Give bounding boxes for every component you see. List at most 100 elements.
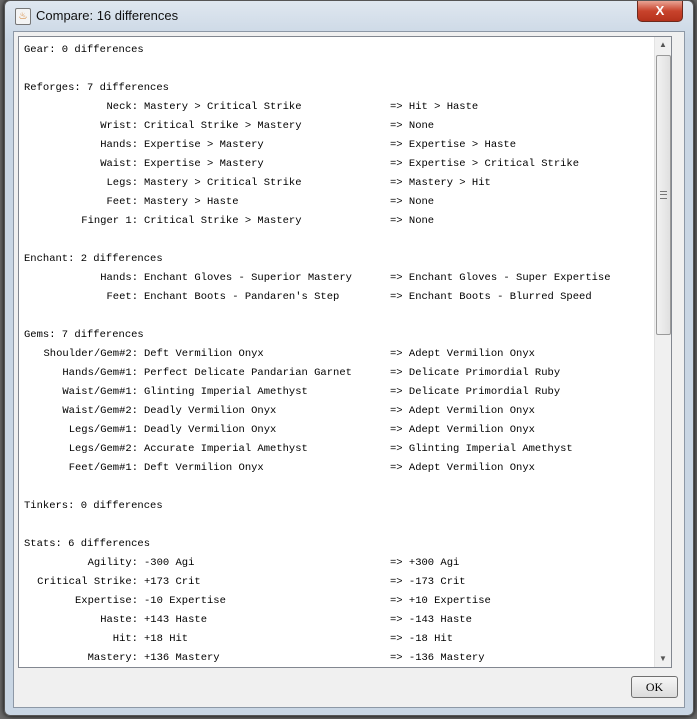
old-value: Glinting Imperial Amethyst [144,386,308,398]
row-label: Finger 1: [81,215,138,227]
vertical-scrollbar[interactable]: ▲ ▼ [654,37,671,667]
row-label: Hit: [112,633,138,645]
new-value: => -173 Crit [390,576,466,588]
difference-row: Agility: -300 Agi => +300 Agi [24,554,460,573]
old-value: Mastery > Haste [144,196,239,208]
section-header: Tinkers: 0 differences [24,500,163,512]
old-value: +173 Crit [144,576,201,588]
old-value: Deft Vermilion Onyx [144,348,264,360]
difference-row: Wrist: Critical Strike > Mastery => None [24,117,434,136]
old-value: +18 Hit [144,633,189,645]
row-label: Legs/Gem#1: [68,424,138,436]
content-panel: Gear: 0 differences Reforges: 7 differenc… [13,31,685,708]
difference-row: Shoulder/Gem#2: Deft Vermilion Onyx => Ade… [24,345,534,364]
difference-row: Waist/Gem#2: Deadly Vermilion Onyx => Adep… [24,402,535,421]
old-value: +136 Mastery [144,652,220,664]
difference-row: Hands: Enchant Gloves - Superior Mastery =… [24,269,610,288]
difference-row: Neck: Mastery > Critical Strike => Hit > H… [24,98,478,117]
old-value: +143 Haste [144,614,208,626]
new-value: => Mastery > Hit [390,177,491,189]
row-label: Feet: [106,196,138,208]
section-header: Enchant: 2 differences [24,253,163,265]
difference-row: Legs: Mastery > Critical Strike => Mastery… [24,174,490,193]
new-value: => +300 Agi [390,557,460,569]
compare-dialog: ♨ Compare: 16 differences X Gear: 0 diff… [4,0,694,716]
row-label: Hands: [100,272,138,284]
row-label: Waist/Gem#2: [62,405,138,417]
old-value: -300 Agi [144,557,195,569]
old-value: Deadly Vermilion Onyx [144,405,277,417]
old-value: Critical Strike > Mastery [144,120,302,132]
new-value: => Delicate Primordial Ruby [390,367,561,379]
old-value: -10 Expertise [144,595,226,607]
row-label: Shoulder/Gem#2: [43,348,138,360]
difference-row: Mastery: +136 Mastery => -136 Mastery [24,649,485,667]
difference-row: Legs/Gem#1: Deadly Vermilion Onyx => Adept… [24,421,535,440]
java-icon: ♨ [15,8,31,25]
new-value: => Expertise > Haste [390,139,517,151]
difference-row: Legs/Gem#2: Accurate Imperial Amethyst => … [24,440,573,459]
difference-row: Expertise: -10 Expertise => +10 Expertise [24,592,491,611]
row-label: Hands: [100,139,138,151]
new-value: => None [390,196,435,208]
old-value: Enchant Gloves - Superior Mastery [144,272,352,284]
section-header: Reforges: 7 differences [24,82,169,94]
difference-row: Waist/Gem#1: Glinting Imperial Amethyst =>… [24,383,560,402]
difference-row: Feet: Enchant Boots - Pandaren's Step => E… [24,288,591,307]
new-value: => -143 Haste [390,614,472,626]
differences-list: Gear: 0 differences Reforges: 7 differenc… [24,41,611,667]
old-value: Deadly Vermilion Onyx [144,424,277,436]
row-label: Neck: [106,101,138,113]
old-value: Accurate Imperial Amethyst [144,443,308,455]
scroll-down-icon[interactable]: ▼ [655,651,671,667]
row-label: Mastery: [87,652,138,664]
new-value: => Glinting Imperial Amethyst [390,443,573,455]
old-value: Critical Strike > Mastery [144,215,302,227]
old-value: Mastery > Critical Strike [144,101,302,113]
row-label: Critical Strike: [37,576,138,588]
row-label: Haste: [100,614,138,626]
section-header: Gear: 0 differences [24,44,144,56]
new-value: => Adept Vermilion Onyx [390,348,535,360]
new-value: => Adept Vermilion Onyx [390,405,535,417]
ok-button[interactable]: OK [631,676,678,698]
title-bar[interactable]: ♨ Compare: 16 differences X [5,1,693,31]
old-value: Mastery > Critical Strike [144,177,302,189]
row-label: Waist: [100,158,138,170]
row-label: Hands/Gem#1: [62,367,138,379]
new-value: => Delicate Primordial Ruby [390,386,561,398]
new-value: => Hit > Haste [390,101,479,113]
difference-row: Feet: Mastery > Haste => None [24,193,434,212]
difference-row: Waist: Expertise > Mastery => Expertise > … [24,155,579,174]
difference-row: Critical Strike: +173 Crit => -173 Crit [24,573,465,592]
row-label: Legs/Gem#2: [68,443,138,455]
section-header: Stats: 6 differences [24,538,151,550]
old-value: Deft Vermilion Onyx [144,462,264,474]
close-button[interactable]: X [637,1,683,22]
difference-row: Finger 1: Critical Strike > Mastery => Non… [24,212,434,231]
old-value: Expertise > Mastery [144,158,264,170]
grip-icon [660,191,667,199]
row-label: Waist/Gem#1: [62,386,138,398]
row-label: Legs: [106,177,138,189]
difference-row: Hit: +18 Hit => -18 Hit [24,630,453,649]
new-value: => Adept Vermilion Onyx [390,424,535,436]
differences-text-area[interactable]: Gear: 0 differences Reforges: 7 differenc… [18,36,672,668]
new-value: => Enchant Boots - Blurred Speed [390,291,592,303]
new-value: => None [390,215,435,227]
row-label: Feet: [106,291,138,303]
old-value: Expertise > Mastery [144,139,264,151]
difference-row: Feet/Gem#1: Deft Vermilion Onyx => Adept V… [24,459,535,478]
scrollbar-thumb[interactable] [656,55,671,335]
row-label: Feet/Gem#1: [68,462,138,474]
new-value: => Enchant Gloves - Super Expertise [390,272,611,284]
difference-row: Haste: +143 Haste => -143 Haste [24,611,472,630]
new-value: => Expertise > Critical Strike [390,158,580,170]
old-value: Perfect Delicate Pandarian Garnet [144,367,352,379]
new-value: => +10 Expertise [390,595,491,607]
scroll-up-icon[interactable]: ▲ [655,37,671,53]
